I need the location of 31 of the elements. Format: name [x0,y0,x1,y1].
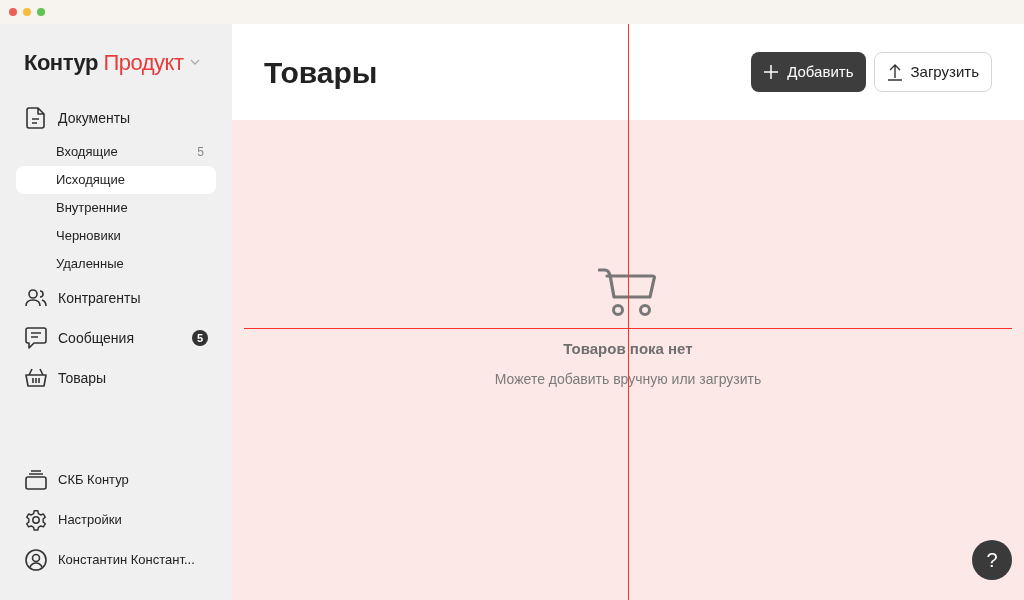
sidebar-item[interactable]: СКБ Контур [16,460,216,500]
plus-icon [763,64,780,80]
sidebar-item[interactable]: Сообщения 5 [16,318,216,358]
cart-icon [598,268,658,318]
count-badge: 5 [192,330,208,346]
people-icon [25,289,47,307]
wallet-icon [25,470,47,490]
item-count: 5 [197,144,204,161]
help-button[interactable]: ? [972,540,1012,580]
sidebar-subitem[interactable]: Исходящие [16,166,216,194]
sidebar-item[interactable]: Настройки [16,500,216,540]
sidebar-subitem[interactable]: Удаленные [16,250,216,278]
settings-icon [25,509,47,531]
sidebar-item[interactable]: Товары [16,358,216,398]
sidebar-item[interactable]: Документы [16,98,216,138]
upload-button[interactable]: Загрузить [873,52,992,92]
sidebar-subitem[interactable]: Внутренние [16,194,216,222]
brand-logo[interactable]: Контур Продукт [24,45,184,79]
sidebar-item[interactable]: Контрагенты [16,278,216,318]
basket-icon [25,368,47,388]
empty-state-title: Товаров пока нет [563,339,693,359]
user-icon [25,549,47,571]
add-button[interactable]: Добавить [751,52,866,92]
sidebar-subitem[interactable]: Черновики [16,222,216,250]
upload-icon [886,63,903,81]
page-title: Товары [264,54,378,91]
chevron-down-icon[interactable] [189,59,200,65]
chat-icon [25,327,47,349]
document-icon [26,107,46,129]
sidebar-subitem[interactable]: Входящие 5 [16,138,216,166]
sidebar-item[interactable]: Константин Констант... [16,540,216,580]
